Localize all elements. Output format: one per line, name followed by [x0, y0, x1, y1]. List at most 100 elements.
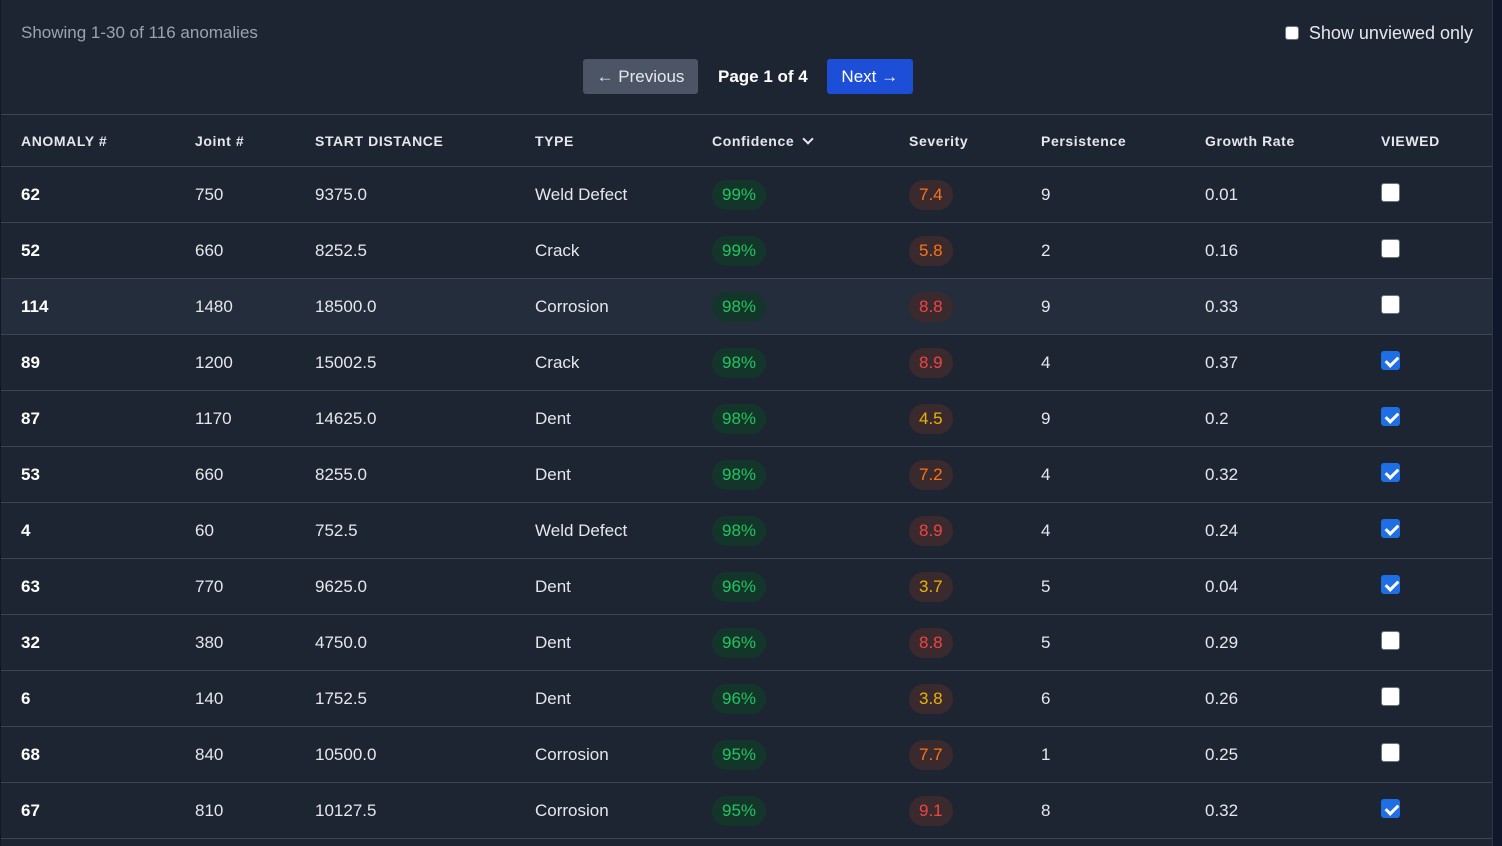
show-unviewed-filter[interactable]: Show unviewed only: [1284, 21, 1473, 45]
joint-number: 1200: [195, 352, 233, 372]
table-row[interactable]: 67 810 10127.5 Corrosion 95% 9.1 8 0.32: [1, 783, 1492, 839]
anomaly-type: Dent: [535, 464, 571, 484]
column-header-viewed[interactable]: VIEWED: [1361, 133, 1492, 149]
viewed-checkbox[interactable]: [1381, 687, 1400, 706]
anomaly-id: 52: [21, 240, 40, 260]
joint-number: 660: [195, 464, 224, 484]
start-distance: 18500.0: [315, 296, 377, 316]
confidence-badge: 96%: [712, 571, 767, 602]
column-header-anomaly[interactable]: ANOMALY #: [1, 133, 175, 149]
severity-cell: 7.4: [889, 179, 1021, 210]
severity-badge: 8.8: [909, 627, 953, 658]
joint-number: 60: [195, 520, 214, 540]
viewed-checkbox[interactable]: [1381, 407, 1400, 426]
joint-number: 140: [195, 688, 224, 708]
chevron-down-icon: [802, 132, 814, 145]
table-row[interactable]: 52 660 8252.5 Crack 99% 5.8 2 0.16: [1, 223, 1492, 279]
confidence-cell: 98%: [692, 403, 889, 434]
start-distance: 8255.0: [315, 464, 367, 484]
previous-page-button[interactable]: ← Previous: [583, 59, 698, 94]
next-page-button[interactable]: Next →: [826, 59, 913, 94]
start-distance: 752.5: [315, 520, 358, 540]
persistence-value: 9: [1041, 184, 1051, 204]
viewed-checkbox[interactable]: [1381, 183, 1400, 202]
growth-rate-value: 0.33: [1205, 296, 1239, 316]
table-row[interactable]: 53 660 8255.0 Dent 98% 7.2 4 0.32: [1, 447, 1492, 503]
severity-badge: 3.8: [909, 683, 953, 714]
severity-badge: 7.4: [909, 179, 953, 210]
viewed-cell: [1361, 223, 1492, 278]
table-row[interactable]: 32 380 4750.0 Dent 96% 8.8 5 0.29: [1, 615, 1492, 671]
column-header-type[interactable]: TYPE: [515, 133, 692, 149]
severity-cell: 5.8: [889, 235, 1021, 266]
confidence-cell: 99%: [692, 235, 889, 266]
severity-badge: 3.7: [909, 571, 953, 602]
persistence-value: 4: [1041, 352, 1051, 372]
viewed-checkbox[interactable]: [1381, 631, 1400, 650]
confidence-cell: 98%: [692, 347, 889, 378]
column-header-persistence[interactable]: Persistence: [1021, 133, 1185, 149]
table-row[interactable]: 68 840 10500.0 Corrosion 95% 7.7 1 0.25: [1, 727, 1492, 783]
confidence-cell: 98%: [692, 459, 889, 490]
anomaly-id: 89: [21, 352, 40, 372]
viewed-checkbox[interactable]: [1381, 519, 1400, 538]
persistence-value: 2: [1041, 240, 1051, 260]
joint-number: 660: [195, 240, 224, 260]
joint-number: 1170: [195, 408, 232, 428]
viewed-cell: [1361, 335, 1492, 390]
viewed-checkbox[interactable]: [1381, 799, 1400, 818]
page-indicator: Page 1 of 4: [718, 66, 808, 86]
confidence-cell: 99%: [692, 179, 889, 210]
severity-cell: 9.1: [889, 795, 1021, 826]
confidence-cell: 96%: [692, 683, 889, 714]
viewed-checkbox[interactable]: [1381, 239, 1400, 258]
anomaly-type: Crack: [535, 352, 580, 372]
joint-number: 840: [195, 744, 224, 764]
table-row[interactable]: 114 1480 18500.0 Corrosion 98% 8.8 9 0.33: [1, 279, 1492, 335]
severity-badge: 8.8: [909, 291, 953, 322]
joint-number: 770: [195, 576, 224, 596]
persistence-value: 5: [1041, 576, 1051, 596]
table-row[interactable]: 87 1170 14625.0 Dent 98% 4.5 9 0.2: [1, 391, 1492, 447]
persistence-value: 6: [1041, 688, 1051, 708]
viewed-checkbox[interactable]: [1381, 575, 1400, 594]
table-row[interactable]: 62 750 9375.0 Weld Defect 99% 7.4 9 0.01: [1, 167, 1492, 223]
confidence-badge: 98%: [712, 347, 767, 378]
table-row[interactable]: 4 60 752.5 Weld Defect 98% 8.9 4 0.24: [1, 503, 1492, 559]
confidence-cell: 96%: [692, 627, 889, 658]
severity-cell: 3.7: [889, 571, 1021, 602]
table-row[interactable]: 63 770 9625.0 Dent 96% 3.7 5 0.04: [1, 559, 1492, 615]
show-unviewed-label: Show unviewed only: [1308, 22, 1473, 43]
start-distance: 10127.5: [315, 800, 377, 820]
start-distance: 10500.0: [315, 744, 377, 764]
anomaly-type: Dent: [535, 632, 571, 652]
viewed-cell: [1361, 671, 1492, 726]
severity-cell: 3.8: [889, 683, 1021, 714]
anomaly-type: Weld Defect: [535, 184, 628, 204]
confidence-badge: 98%: [712, 459, 767, 490]
column-header-growth-rate[interactable]: Growth Rate: [1185, 133, 1361, 149]
viewed-checkbox[interactable]: [1381, 351, 1400, 370]
viewed-checkbox[interactable]: [1381, 463, 1400, 482]
anomalies-table: ANOMALY # Joint # START DISTANCE TYPE Co…: [1, 114, 1492, 839]
viewed-cell: [1361, 615, 1492, 670]
column-header-confidence[interactable]: Confidence: [692, 133, 889, 149]
column-header-start-distance[interactable]: START DISTANCE: [295, 133, 515, 149]
persistence-value: 9: [1041, 296, 1051, 316]
growth-rate-value: 0.32: [1205, 800, 1239, 820]
column-header-joint[interactable]: Joint #: [175, 133, 295, 149]
viewed-checkbox[interactable]: [1381, 743, 1400, 762]
viewed-checkbox[interactable]: [1381, 295, 1400, 314]
severity-cell: 8.8: [889, 291, 1021, 322]
start-distance: 15002.5: [315, 352, 377, 372]
table-row[interactable]: 6 140 1752.5 Dent 96% 3.8 6 0.26: [1, 671, 1492, 727]
column-header-severity[interactable]: Severity: [889, 133, 1021, 149]
anomaly-id: 4: [21, 520, 31, 540]
anomaly-type: Dent: [535, 576, 571, 596]
confidence-cell: 95%: [692, 739, 889, 770]
show-unviewed-checkbox[interactable]: [1284, 26, 1299, 40]
confidence-badge: 98%: [712, 403, 767, 434]
table-row[interactable]: 89 1200 15002.5 Crack 98% 8.9 4 0.37: [1, 335, 1492, 391]
persistence-value: 8: [1041, 800, 1051, 820]
severity-cell: 8.9: [889, 515, 1021, 546]
